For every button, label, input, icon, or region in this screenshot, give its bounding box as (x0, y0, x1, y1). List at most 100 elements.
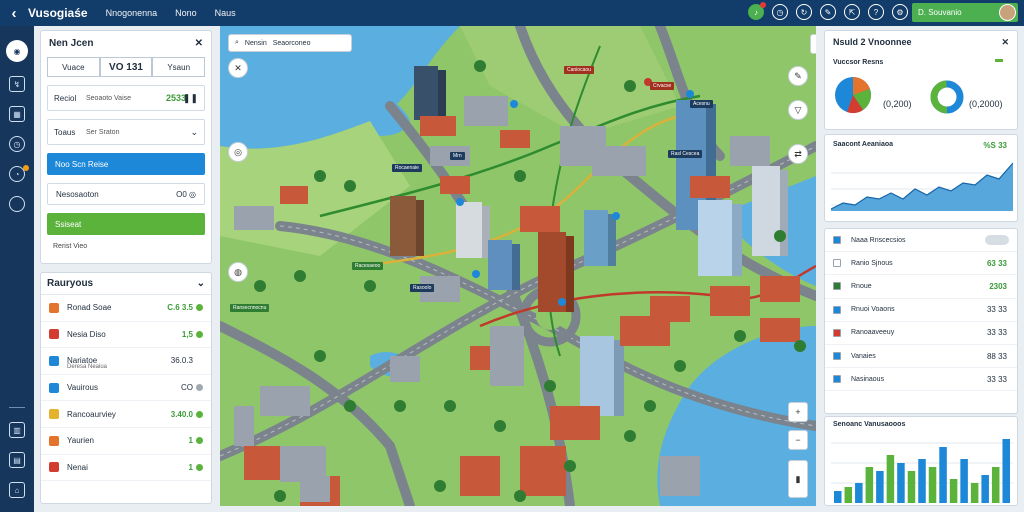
layer-row[interactable]: Ranoaaveeuy 33 33 (825, 322, 1017, 345)
map-label[interactable]: Mrn (450, 152, 465, 160)
bar-chart-panel: Senoanc Vanusaooos (824, 416, 1018, 506)
origin-field[interactable]: Reciol Seoaoto Vaise 2533 ❚❚ (47, 85, 205, 111)
bar[interactable] (991, 467, 1000, 503)
nav-item-2[interactable]: Nono (175, 8, 197, 18)
history-icon[interactable]: ◔ (9, 165, 29, 182)
chevron-down-icon[interactable]: ⌄ (190, 127, 198, 138)
layer-row[interactable]: Nasinaous 33 33 (825, 368, 1017, 392)
donut-value: (0,2000) (969, 99, 1003, 109)
bar[interactable] (981, 475, 989, 503)
pause-icon[interactable]: ❚❚ (183, 93, 198, 104)
options-button[interactable]: Nesosaoton O0 ◎ (47, 183, 205, 205)
bar[interactable] (960, 459, 968, 503)
nav-item-3[interactable]: Naus (215, 8, 236, 18)
bar[interactable] (939, 447, 947, 503)
map-label[interactable]: Rocaenaie (392, 164, 422, 172)
close-icon[interactable]: ✕ (195, 38, 203, 49)
layer-row[interactable]: Ranio Sjnous 63 33 (825, 252, 1017, 276)
help-icon[interactable]: ? (868, 4, 884, 20)
tab-3[interactable]: Ysaun (152, 57, 206, 77)
list-item[interactable]: Rancoaurviey 3.40.0 (41, 401, 211, 428)
list-item[interactable]: Nesia Diso 1,5 (41, 322, 211, 349)
clock-icon[interactable]: ◷ (772, 4, 788, 20)
bar[interactable] (855, 483, 863, 503)
refresh-icon[interactable]: ↻ (796, 4, 812, 20)
tab-1[interactable]: Vuace (47, 57, 100, 77)
checkbox-icon[interactable] (833, 328, 841, 337)
layer-row[interactable]: Naaa Rnscecsios (825, 229, 1017, 253)
locate-icon[interactable]: ◎ (228, 142, 248, 162)
chevron-down-icon[interactable]: ⌄ (197, 278, 205, 289)
checkbox-icon[interactable] (833, 305, 841, 314)
list-item[interactable]: Yaurien 1 (41, 428, 211, 455)
bar[interactable] (876, 471, 884, 503)
checkbox-icon[interactable] (833, 282, 841, 291)
layer-row[interactable]: Vanaies 88 33 (825, 345, 1017, 369)
zoom-in-icon[interactable]: + (788, 402, 808, 422)
panel-footer[interactable]: Rerist Vieo (53, 243, 199, 250)
map-label[interactable]: Racesaeoo (352, 262, 384, 270)
bar[interactable] (949, 479, 958, 503)
bar[interactable] (834, 491, 842, 503)
tab-2[interactable]: VO 131 (99, 57, 153, 77)
settings-icon[interactable]: ⚙ (892, 4, 908, 20)
map-view-toggle[interactable]: ▭ ▦ (810, 34, 816, 54)
filter-icon[interactable]: ▽ (788, 100, 808, 120)
circle-icon[interactable] (9, 196, 25, 212)
close-icon[interactable]: ✕ (1001, 37, 1009, 48)
checkbox-icon[interactable] (833, 236, 841, 245)
list-item[interactable]: Nenai 1 (41, 455, 211, 482)
map-canvas[interactable]: ⌕ Nensin Seaorconeo ↗ ◎ ▭ ▦ ✕ ◎ ◍ ✎ ▽ ⇄ … (220, 26, 816, 506)
map-label[interactable]: Caniocaou (564, 66, 594, 74)
building-icon[interactable]: ▥ (9, 422, 25, 438)
route-options-icon[interactable]: ⇄ (788, 144, 808, 164)
export-icon[interactable]: ⇱ (844, 4, 860, 20)
start-button[interactable]: Ssiseat (47, 213, 205, 235)
measure-icon[interactable]: ◍ (228, 262, 248, 282)
bar[interactable] (865, 467, 874, 503)
user-icon[interactable]: ◉ (6, 40, 28, 62)
clock-icon[interactable]: ◷ (9, 136, 25, 152)
nav-item-1[interactable]: Nnogonenna (106, 8, 158, 18)
legend-icon[interactable]: ▮ (788, 460, 808, 498)
list-item[interactable]: Nariatoe Deresa Neaiua 36.0.3 (41, 348, 211, 375)
map-label[interactable]: Rasoolo (410, 284, 435, 292)
map-search[interactable]: ⌕ Nensin Seaorconeo (228, 34, 352, 52)
map-label[interactable]: Acesnu (690, 100, 713, 108)
stats-subtitle: Vuccsor Resns (833, 59, 884, 66)
new-route-button[interactable]: Noo Scn Reise (47, 153, 205, 175)
layer-label: Vanaies (851, 352, 876, 360)
route-icon[interactable]: ↯ (9, 76, 25, 92)
back-icon[interactable]: ‹ (0, 5, 28, 22)
bar[interactable] (970, 483, 979, 503)
bar[interactable] (1002, 439, 1010, 503)
close-icon[interactable]: ✕ (228, 58, 248, 78)
edit-icon[interactable]: ✎ (820, 4, 836, 20)
map-label[interactable]: Ransecnnocnu (230, 304, 270, 312)
toggle-switch[interactable] (985, 235, 1009, 246)
report-icon[interactable]: ▤ (9, 452, 25, 468)
list-item[interactable]: Ronad Soae C.6 3.5 (41, 295, 211, 322)
bar[interactable] (897, 463, 905, 503)
zoom-out-icon[interactable]: − (788, 430, 808, 450)
bar[interactable] (928, 467, 937, 503)
layer-row[interactable]: Rnoue 2303 (825, 275, 1017, 299)
layer-row[interactable]: Rnuoi Voaons 33 33 (825, 299, 1017, 322)
checkbox-icon[interactable] (833, 259, 841, 268)
avatar[interactable] (999, 4, 1016, 21)
bar[interactable] (844, 487, 853, 503)
bar[interactable] (907, 471, 916, 503)
map-label[interactable]: Crvacse (650, 82, 675, 90)
bar[interactable] (918, 459, 926, 503)
map-label[interactable]: Rasl Cescea (668, 150, 703, 158)
checkbox-icon[interactable] (833, 352, 841, 361)
user-menu[interactable]: D. Souvanio (912, 3, 1018, 22)
notification-icon[interactable]: ♪ (748, 2, 766, 20)
home-icon[interactable]: ⌂ (9, 482, 25, 498)
draw-icon[interactable]: ✎ (788, 66, 808, 86)
checkbox-icon[interactable] (833, 375, 841, 384)
list-item[interactable]: Vauirous CO (41, 375, 211, 402)
bar[interactable] (886, 455, 895, 503)
dashboard-icon[interactable]: ▦ (9, 106, 25, 122)
destination-field[interactable]: Toaus Ser Sraton ⌄ (47, 119, 205, 145)
